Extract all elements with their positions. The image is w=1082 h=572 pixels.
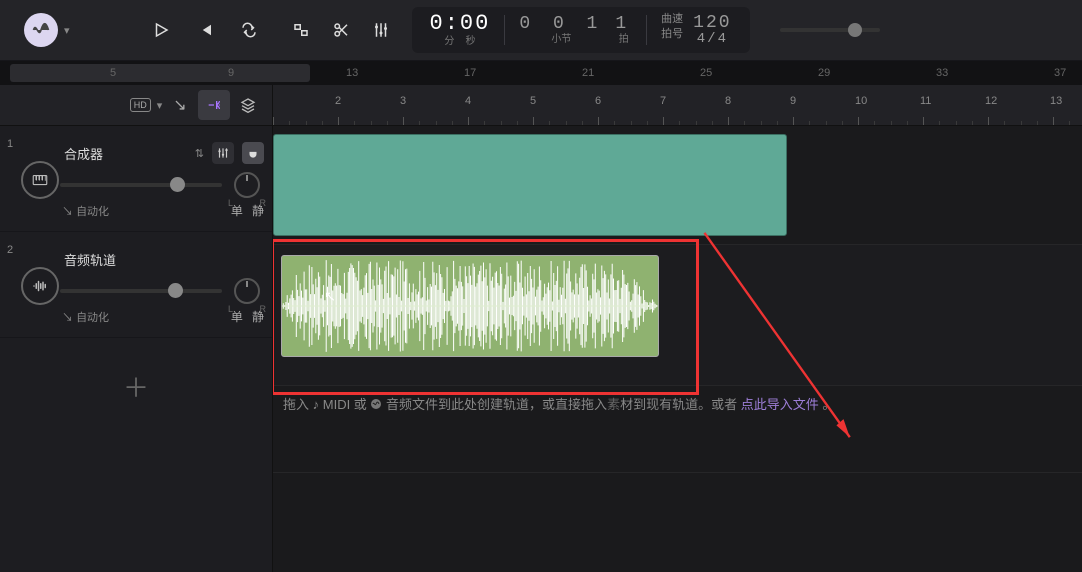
ruler-label: 13 bbox=[1050, 95, 1062, 107]
time-display: 0:00 分 秒 0 0 1 小节 1 拍 曲速 拍号 120 4/4 bbox=[412, 7, 750, 53]
timeline-ruler[interactable]: 2 3 4 5 6 7 8 9 10 11 12 13 bbox=[273, 85, 1082, 126]
hd-badge[interactable]: HD▾ bbox=[130, 90, 162, 120]
time-counter[interactable]: 0:00 分 秒 bbox=[430, 13, 491, 47]
ruler-label: 8 bbox=[725, 95, 731, 107]
volume-thumb[interactable] bbox=[170, 177, 185, 192]
ruler-label: 11 bbox=[920, 95, 931, 107]
play-button[interactable] bbox=[150, 19, 172, 41]
plugin-button[interactable] bbox=[242, 142, 264, 164]
timeline-area[interactable]: 2 3 4 5 6 7 8 9 10 11 12 13 ↖ 拖入 ♪ MIDI 或 音频文件到此处创建… bbox=[273, 85, 1082, 572]
track-name-label[interactable]: 合成器 bbox=[64, 144, 103, 163]
overview-mark: 17 bbox=[464, 67, 476, 79]
rewind-button[interactable] bbox=[194, 19, 216, 41]
track-name-label[interactable]: 音频轨道 bbox=[64, 250, 116, 269]
overview-viewport[interactable] bbox=[10, 64, 310, 82]
audio-clip[interactable]: ↖ bbox=[281, 255, 659, 357]
plus-icon: ＋ bbox=[123, 368, 149, 405]
overview-mark: 21 bbox=[582, 67, 594, 79]
piano-icon bbox=[21, 161, 59, 199]
track-headers-panel: HD▾ ↘ 1 合成器 ⇅ bbox=[0, 85, 273, 572]
overview-mark: 25 bbox=[700, 67, 712, 79]
scissors-button[interactable] bbox=[330, 19, 352, 41]
ruler-label: 10 bbox=[855, 95, 867, 107]
track-header-2[interactable]: 2 音频轨道 L R bbox=[0, 232, 272, 338]
ruler-label: 6 bbox=[595, 95, 601, 107]
ruler-label: 4 bbox=[465, 95, 471, 107]
import-file-link[interactable]: 点此导入文件 bbox=[741, 397, 819, 412]
overview-mark: 13 bbox=[346, 67, 358, 79]
ruler-label: 12 bbox=[985, 95, 997, 107]
overview-mark: 9 bbox=[228, 67, 234, 79]
track-lane-2[interactable]: ↖ bbox=[273, 245, 1082, 386]
fx-button[interactable] bbox=[212, 142, 234, 164]
track-tools-row: HD▾ ↘ bbox=[0, 85, 272, 126]
ruler-label: 7 bbox=[660, 95, 666, 107]
mixer-button[interactable] bbox=[370, 19, 392, 41]
zoom-thumb[interactable] bbox=[848, 23, 862, 37]
tempo-display[interactable]: 曲速 拍号 bbox=[661, 14, 683, 46]
app-logo[interactable] bbox=[24, 13, 58, 47]
select-tool-button[interactable] bbox=[290, 19, 312, 41]
automation-toggle[interactable]: ↘ 自动化 bbox=[62, 203, 109, 219]
zoom-slider[interactable] bbox=[780, 28, 880, 32]
track-number: 2 bbox=[0, 240, 20, 331]
drop-hint-text: 拖入 ♪ MIDI 或 音频文件到此处创建轨道，或直接拖入素材到现有轨道。或者 … bbox=[283, 394, 835, 416]
track-number: 1 bbox=[0, 134, 20, 225]
drop-hint-lane[interactable]: 拖入 ♪ MIDI 或 音频文件到此处创建轨道，或直接拖入素材到现有轨道。或者 … bbox=[273, 386, 1082, 473]
edit-tools bbox=[290, 19, 392, 41]
pan-knob[interactable] bbox=[234, 172, 260, 198]
time-value: 0:00 bbox=[430, 13, 491, 35]
ruler-label: 3 bbox=[400, 95, 406, 107]
overview-mark: 29 bbox=[818, 67, 830, 79]
pan-knob[interactable] bbox=[234, 278, 260, 304]
mouse-cursor-icon: ↖ bbox=[324, 288, 336, 305]
transport-controls bbox=[150, 19, 260, 41]
top-toolbar: ▾ 0:00 分 秒 0 0 1 小节 1 拍 曲速 bbox=[0, 0, 1082, 61]
track-lane-1[interactable] bbox=[273, 126, 1082, 245]
overview-strip[interactable]: 5 9 13 17 21 25 29 33 37 bbox=[0, 61, 1082, 85]
ruler-label: 5 bbox=[530, 95, 536, 107]
overview-mark: 33 bbox=[936, 67, 948, 79]
volume-slider[interactable] bbox=[60, 183, 222, 187]
automation-toggle[interactable]: ↘ 自动化 bbox=[62, 309, 109, 325]
loop-button[interactable] bbox=[238, 19, 260, 41]
layers-icon[interactable] bbox=[232, 90, 264, 120]
midi-clip[interactable] bbox=[273, 134, 787, 236]
audio-wave-icon bbox=[21, 267, 59, 305]
bar-counter[interactable]: 0 0 1 小节 bbox=[519, 15, 603, 45]
volume-thumb[interactable] bbox=[168, 283, 183, 298]
overview-mark: 5 bbox=[110, 67, 116, 79]
automation-view-icon[interactable]: ↘ bbox=[164, 90, 196, 120]
waveform-icon bbox=[282, 256, 658, 356]
logo-dropdown-icon[interactable]: ▾ bbox=[64, 24, 70, 37]
add-track-button[interactable]: ＋ bbox=[0, 338, 272, 572]
snap-button[interactable] bbox=[198, 90, 230, 120]
overview-mark: 37 bbox=[1054, 67, 1066, 79]
beat-counter[interactable]: 1 拍 bbox=[615, 15, 632, 45]
expand-icon[interactable]: ⇅ bbox=[195, 147, 204, 160]
ruler-label: 9 bbox=[790, 95, 796, 107]
volume-slider[interactable] bbox=[60, 289, 222, 293]
track-header-1[interactable]: 1 合成器 ⇅ bbox=[0, 126, 272, 232]
ruler-label: 2 bbox=[335, 95, 341, 107]
